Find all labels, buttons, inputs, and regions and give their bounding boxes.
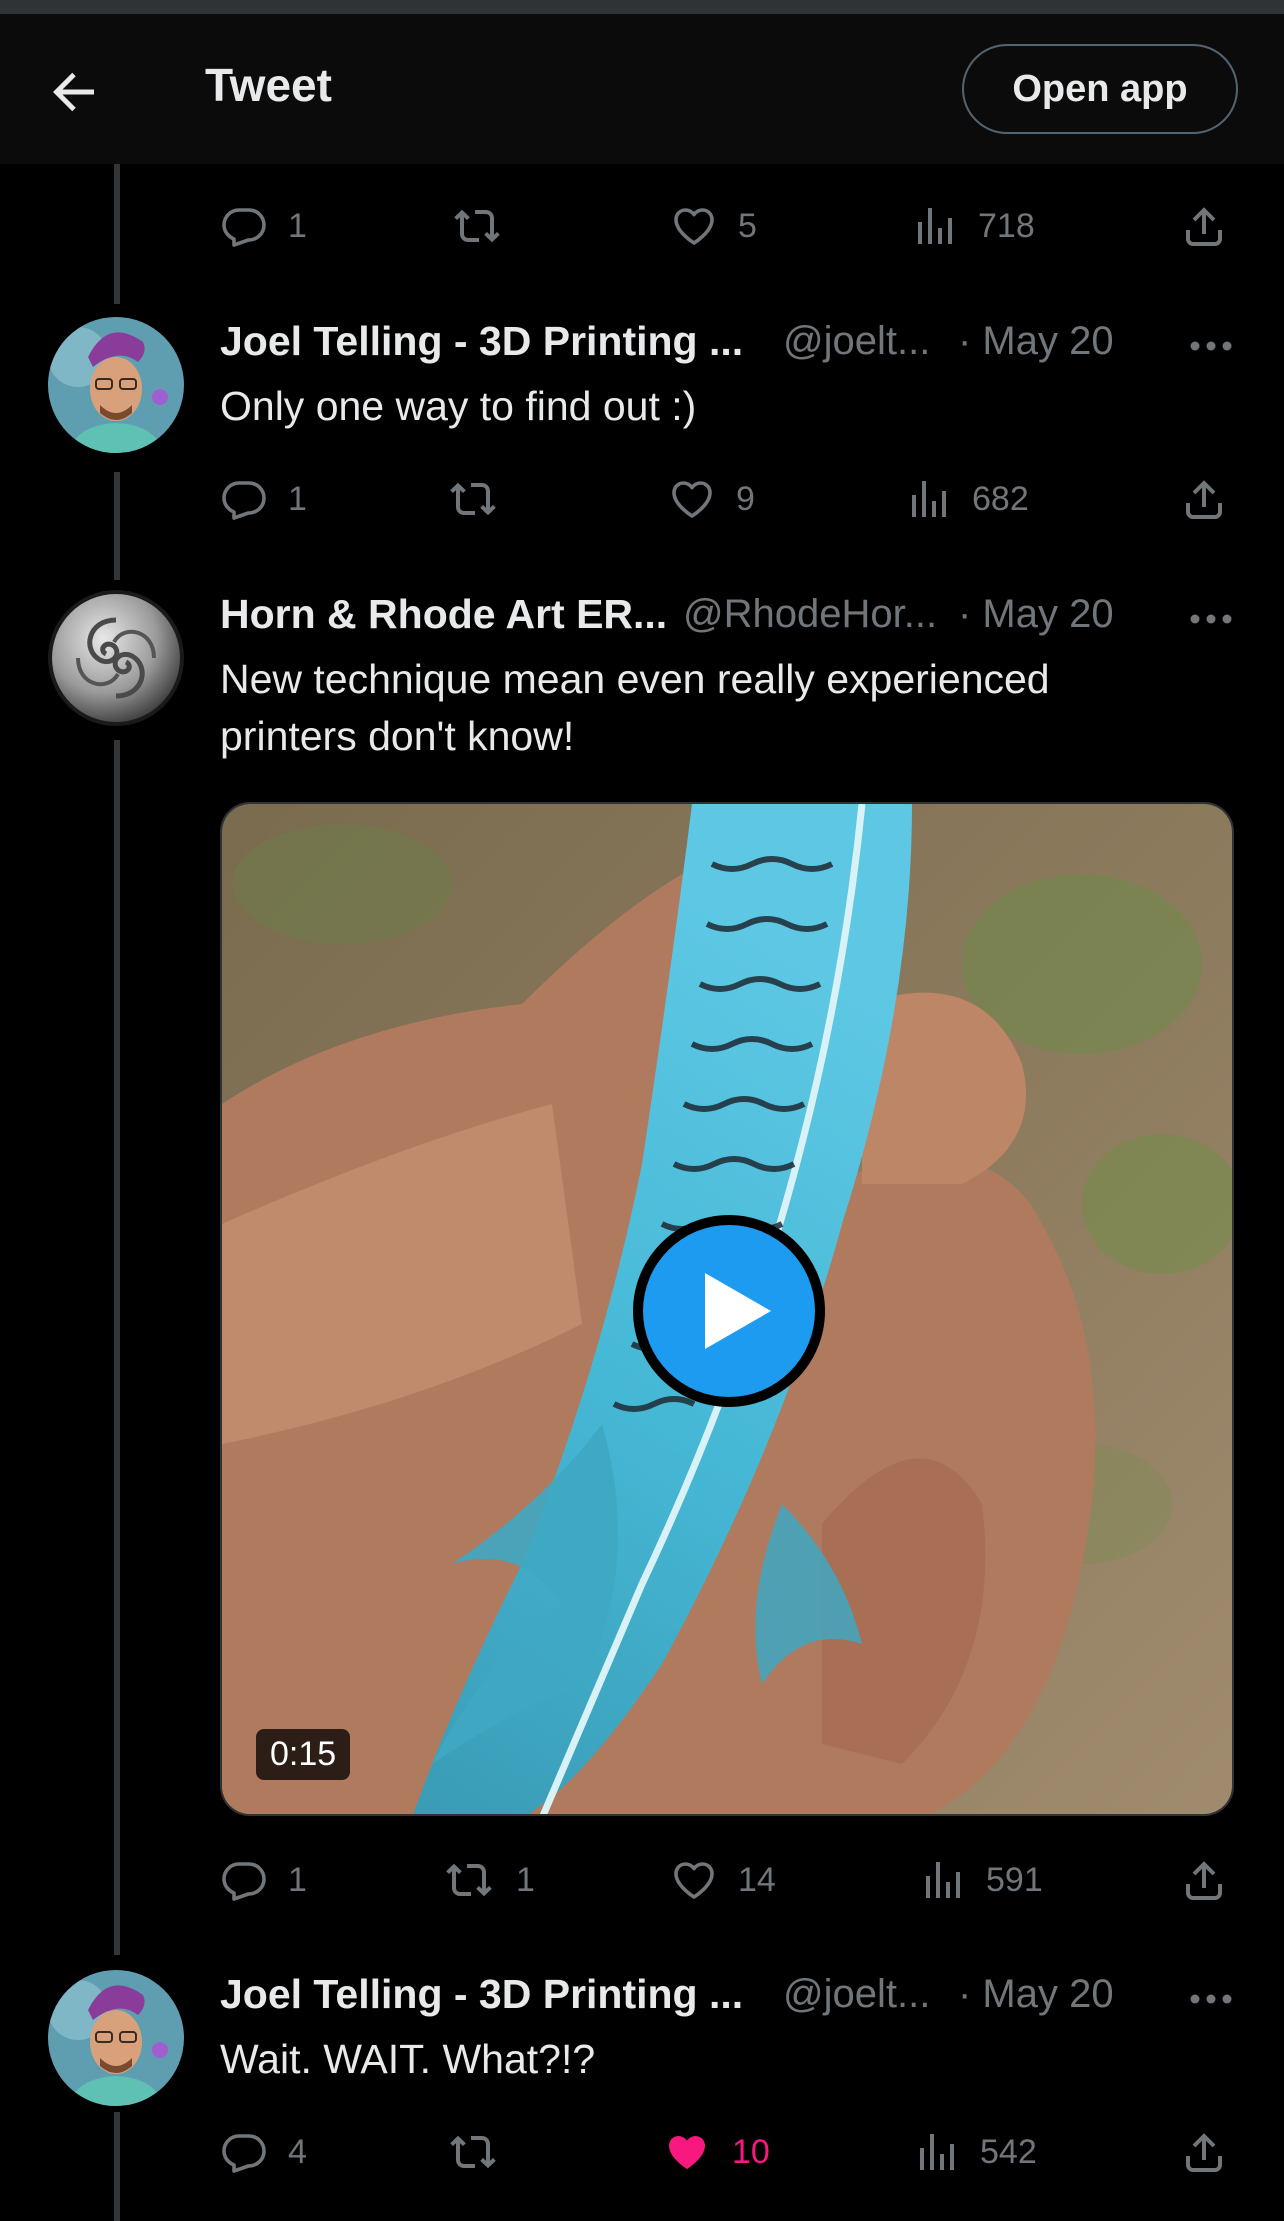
author-name[interactable]: Joel Telling - 3D Printing ... <box>220 318 743 365</box>
tweet-actions: 1 1 14 591 <box>220 1850 1230 1910</box>
views-button[interactable]: 682 <box>904 469 1029 529</box>
reply-icon <box>222 481 266 520</box>
share-button[interactable] <box>1180 2122 1228 2182</box>
author-name[interactable]: Horn & Rhode Art ER... <box>220 591 667 638</box>
reply-count: 4 <box>288 2132 307 2171</box>
avatar[interactable] <box>48 590 184 726</box>
more-icon <box>1190 614 1232 624</box>
thread-line <box>114 2112 120 2221</box>
reply-button[interactable]: 4 <box>220 2122 307 2182</box>
page-title: Tweet <box>205 59 332 111</box>
heart-filled-icon <box>669 2136 705 2169</box>
thread-line <box>114 740 120 1955</box>
avatar-image <box>48 1970 184 2106</box>
like-button[interactable]: 5 <box>670 196 757 256</box>
like-button[interactable]: 9 <box>668 469 755 529</box>
reply-button[interactable]: 1 <box>220 469 307 529</box>
retweet-icon <box>454 209 500 243</box>
reply-count: 1 <box>288 206 307 245</box>
avatar[interactable] <box>48 1970 184 2106</box>
like-button-active[interactable]: 10 <box>662 2122 770 2182</box>
author-handle[interactable]: @joelt... <box>783 319 930 364</box>
like-count: 10 <box>732 2132 770 2171</box>
back-button[interactable] <box>44 62 104 122</box>
retweet-button[interactable]: 1 <box>442 1850 535 1910</box>
arrow-left-icon <box>53 72 94 112</box>
views-button[interactable]: 542 <box>912 2122 1037 2182</box>
analytics-icon <box>918 208 952 244</box>
analytics-icon <box>912 481 946 517</box>
view-count: 682 <box>972 479 1029 518</box>
more-icon <box>1190 341 1232 351</box>
reply-button[interactable]: 1 <box>220 1850 307 1910</box>
tweet-text-line: New technique mean even really experienc… <box>220 656 1050 702</box>
share-icon <box>1186 1861 1222 1900</box>
more-button[interactable] <box>1186 1989 1236 2009</box>
retweet-icon <box>450 482 496 516</box>
share-icon <box>1186 207 1222 246</box>
reply-button[interactable]: 1 <box>220 196 307 256</box>
retweet-button[interactable] <box>450 196 504 256</box>
like-button[interactable]: 14 <box>670 1850 776 1910</box>
heart-icon <box>674 208 714 245</box>
video-duration: 0:15 <box>256 1729 351 1780</box>
tweet-actions: 1 5 718 <box>220 196 1230 256</box>
share-icon <box>1186 480 1222 519</box>
like-count: 9 <box>736 479 755 518</box>
author-handle[interactable]: @RhodeHor... <box>683 592 937 637</box>
like-count: 5 <box>738 206 757 245</box>
analytics-icon <box>920 2134 954 2170</box>
view-count: 718 <box>978 206 1035 245</box>
retweet-button[interactable] <box>446 2122 500 2182</box>
reply-icon <box>222 2134 266 2173</box>
reply-count: 1 <box>288 1860 307 1899</box>
tweet-actions: 1 9 682 <box>220 469 1230 529</box>
tweet-text: Wait. WAIT. What?!? <box>220 2036 596 2082</box>
views-button[interactable]: 591 <box>918 1850 1043 1910</box>
play-icon <box>633 1215 825 1407</box>
share-button[interactable] <box>1180 469 1228 529</box>
share-button[interactable] <box>1180 196 1228 256</box>
avatar-image <box>48 317 184 453</box>
thread-line <box>114 472 120 580</box>
tweet-date[interactable]: · May 20 <box>958 319 1114 364</box>
view-count: 591 <box>986 1860 1043 1899</box>
thread-line <box>114 164 120 304</box>
open-app-button[interactable]: Open app <box>962 44 1238 134</box>
share-icon <box>1186 2133 1222 2172</box>
analytics-icon <box>926 1862 960 1898</box>
heart-icon <box>674 1862 714 1899</box>
avatar[interactable] <box>48 317 184 453</box>
tweet-text: Only one way to find out :) <box>220 383 697 429</box>
reply-count: 1 <box>288 479 307 518</box>
avatar-image <box>48 590 184 726</box>
view-count: 542 <box>980 2132 1037 2171</box>
tweet-date[interactable]: · May 20 <box>958 1972 1114 2017</box>
retweet-icon <box>446 1863 492 1897</box>
tweet-actions: 4 10 542 <box>220 2122 1230 2182</box>
video-player[interactable]: 0:15 <box>220 802 1234 1816</box>
retweet-icon <box>450 2135 496 2169</box>
more-button[interactable] <box>1186 609 1236 629</box>
reply-icon <box>222 208 266 247</box>
share-button[interactable] <box>1180 1850 1228 1910</box>
author-name[interactable]: Joel Telling - 3D Printing ... <box>220 1971 743 2018</box>
retweet-count: 1 <box>516 1860 535 1899</box>
author-handle[interactable]: @joelt... <box>783 1972 930 2017</box>
more-icon <box>1190 1994 1232 2004</box>
play-button[interactable] <box>629 1211 829 1411</box>
views-button[interactable]: 718 <box>910 196 1035 256</box>
tweet-date[interactable]: · May 20 <box>958 592 1114 637</box>
more-button[interactable] <box>1186 336 1236 356</box>
like-count: 14 <box>738 1860 776 1899</box>
retweet-button[interactable] <box>446 469 500 529</box>
status-bar <box>0 0 1284 14</box>
heart-icon <box>672 481 712 518</box>
reply-icon <box>222 1862 266 1901</box>
top-app-bar: Tweet Open app <box>0 14 1284 164</box>
tweet-text-line: printers don't know! <box>220 713 575 759</box>
